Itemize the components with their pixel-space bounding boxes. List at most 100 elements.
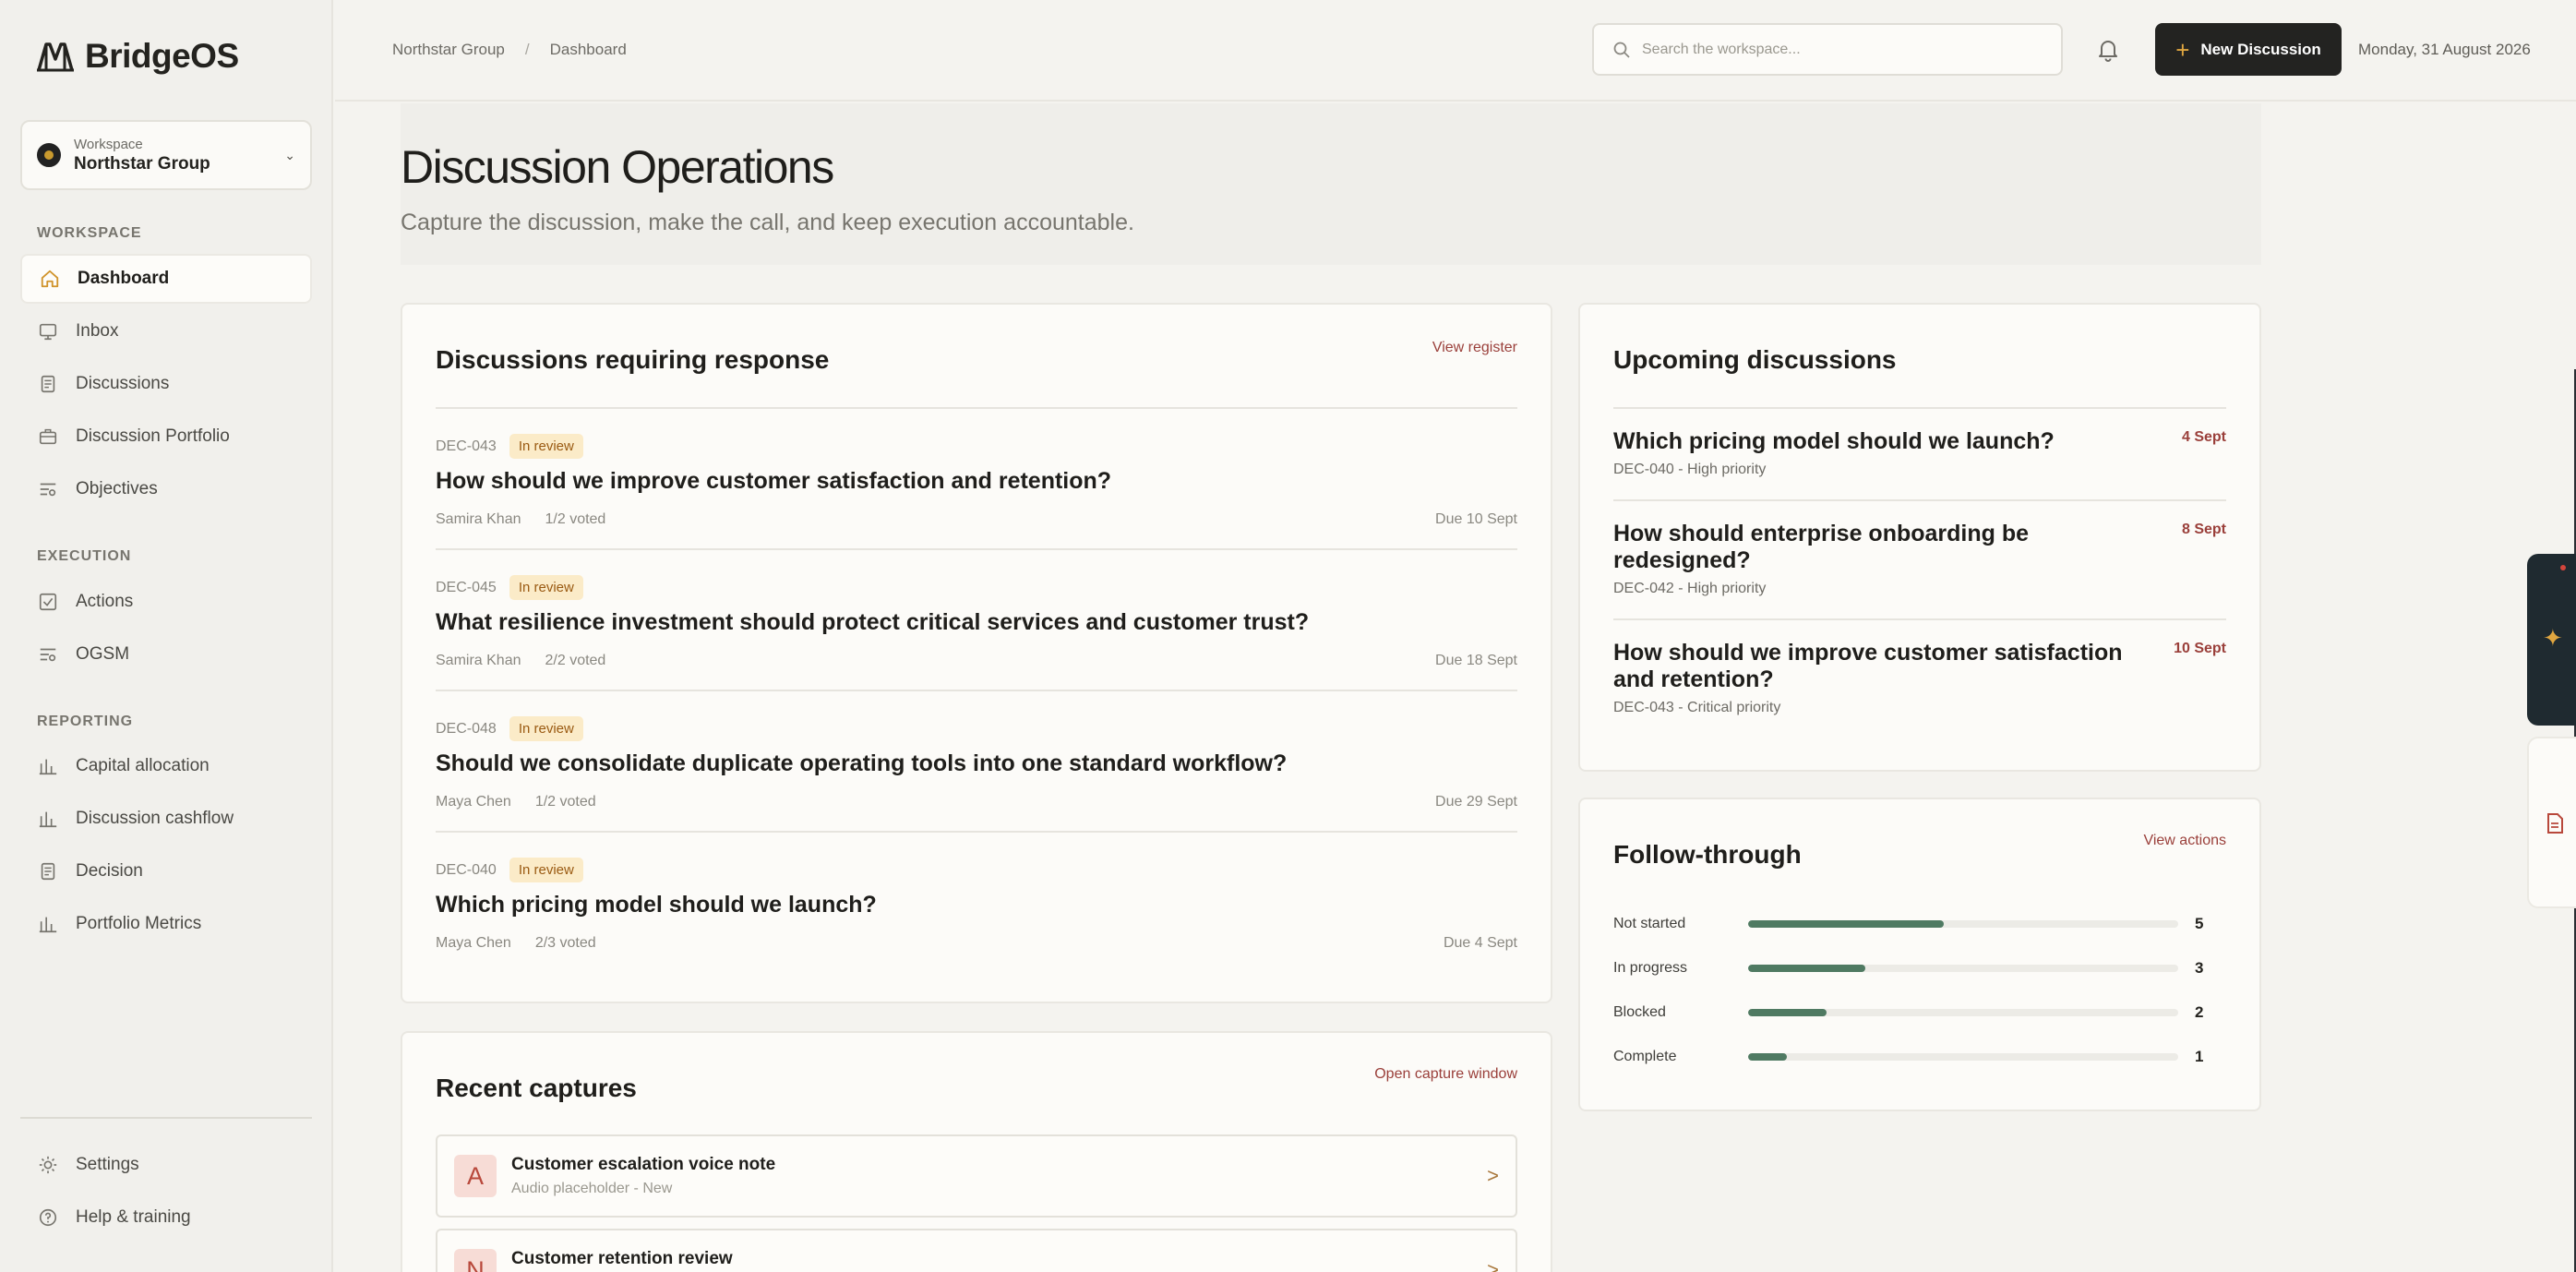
workspace-avatar-icon: [37, 143, 61, 167]
divider: [436, 690, 1517, 691]
upcoming-title-link[interactable]: How should enterprise onboarding be rede…: [1613, 521, 2130, 574]
follow-through-card: Follow-through View actions Not started …: [1578, 798, 2261, 1111]
brand-name: BridgeOS: [85, 37, 239, 75]
sidebar-divider: [20, 1117, 312, 1119]
sidebar-item-label: Capital allocation: [76, 756, 210, 775]
sliders-icon: [37, 478, 59, 500]
sidebar-item-settings[interactable]: Settings: [20, 1140, 312, 1190]
sidebar-item-label: Portfolio Metrics: [76, 914, 202, 933]
workspace-name: Northstar Group: [74, 153, 210, 174]
divider: [436, 831, 1517, 833]
search-input[interactable]: [1642, 41, 2048, 58]
sidebar-item-discussion-portfolio[interactable]: Discussion Portfolio: [20, 412, 312, 462]
checkbox-icon: [37, 591, 59, 613]
nav-section-workspace: WORKSPACE: [37, 225, 142, 241]
sidebar-item-capital-allocation[interactable]: Capital allocation: [20, 741, 312, 791]
discussion-title-link[interactable]: How should we improve customer satisfact…: [436, 468, 1111, 495]
sidebar-item-ogsm[interactable]: OGSM: [20, 630, 312, 679]
progress-track: [1748, 1053, 2178, 1061]
sidebar-item-portfolio-metrics[interactable]: Portfolio Metrics: [20, 899, 312, 949]
capture-item[interactable]: N Customer retention review >: [436, 1229, 1517, 1272]
discussion-meta: Maya Chen 1/2 voted: [436, 794, 596, 810]
sliders-icon: [37, 643, 59, 666]
new-discussion-button[interactable]: + New Discussion: [2155, 23, 2342, 76]
discussion-title-link[interactable]: What resilience investment should protec…: [436, 609, 1309, 636]
nav-section-execution: EXECUTION: [37, 548, 132, 564]
sidebar-item-label: Actions: [76, 592, 134, 611]
progress-fill: [1748, 1009, 1827, 1016]
notification-dot-icon: [2560, 565, 2566, 570]
view-actions-link[interactable]: View actions: [2143, 833, 2226, 849]
upcoming-meta: DEC-040 - High priority: [1613, 462, 1767, 477]
document-icon: [2547, 813, 2563, 834]
sidebar-item-actions[interactable]: Actions: [20, 577, 312, 627]
progress-count: 3: [2195, 959, 2204, 977]
inbox-icon: [37, 320, 59, 342]
status-badge: In review: [509, 575, 583, 600]
capture-title: Customer retention review: [511, 1249, 733, 1268]
discussion-due: Due 4 Sept: [1443, 935, 1517, 951]
sidebar-item-label: OGSM: [76, 644, 130, 664]
plus-icon: +: [2175, 35, 2190, 64]
assistant-tab[interactable]: ✦: [2527, 554, 2576, 726]
upcoming-discussions-card: Upcoming discussions Which pricing model…: [1578, 303, 2261, 772]
discussion-owner: Samira Khan: [436, 653, 521, 668]
sidebar-item-label: Dashboard: [78, 269, 170, 288]
progress-fill: [1748, 920, 1944, 928]
discussion-id: DEC-048: [436, 720, 497, 737]
bridge-logo-icon: [37, 42, 74, 72]
capture-item[interactable]: A Customer escalation voice note Audio p…: [436, 1134, 1517, 1218]
discussion-id-row: DEC-043 In review: [436, 434, 583, 459]
bell-icon[interactable]: [2095, 37, 2121, 63]
sidebar-item-inbox[interactable]: Inbox: [20, 306, 312, 356]
sidebar-item-decision[interactable]: Decision: [20, 846, 312, 896]
progress-count: 2: [2195, 1003, 2204, 1021]
upcoming-title-link[interactable]: Which pricing model should we launch?: [1613, 428, 2130, 455]
gear-icon: [37, 1154, 59, 1176]
sidebar-item-objectives[interactable]: Objectives: [20, 464, 312, 514]
progress-label: Blocked: [1613, 1004, 1666, 1020]
view-register-link[interactable]: View register: [1432, 340, 1517, 356]
capture-avatar: A: [454, 1155, 497, 1197]
discussion-id: DEC-040: [436, 861, 497, 878]
sidebar-item-discussion-cashflow[interactable]: Discussion cashflow: [20, 794, 312, 844]
help-icon: [37, 1206, 59, 1229]
discussion-title-link[interactable]: Should we consolidate duplicate operatin…: [436, 750, 1287, 777]
chevron-down-icon: ⌄: [284, 147, 295, 162]
sidebar-item-dashboard[interactable]: Dashboard: [20, 254, 312, 304]
sidebar-item-label: Settings: [76, 1155, 139, 1174]
card-title: Upcoming discussions: [1613, 345, 1897, 374]
breadcrumb-current: Dashboard: [549, 41, 627, 58]
sidebar-item-label: Discussion Portfolio: [76, 426, 230, 446]
discussion-id: DEC-045: [436, 579, 497, 595]
brand-logo[interactable]: BridgeOS: [37, 37, 239, 76]
open-capture-window-link[interactable]: Open capture window: [1374, 1066, 1517, 1083]
discussion-due: Due 10 Sept: [1435, 511, 1517, 527]
breadcrumb-separator: /: [524, 41, 530, 58]
sidebar-item-help[interactable]: Help & training: [20, 1193, 312, 1242]
briefcase-icon: [37, 426, 59, 448]
notes-tab[interactable]: [2527, 737, 2576, 908]
discussion-owner: Samira Khan: [436, 511, 521, 527]
bar-chart-icon: [37, 808, 59, 830]
sidebar: BridgeOS Workspace Northstar Group ⌄ WOR…: [0, 0, 333, 1272]
divider: [1613, 407, 2226, 409]
discussion-votes: 1/2 voted: [534, 794, 596, 810]
divider: [1613, 499, 2226, 501]
bar-chart-icon: [37, 913, 59, 935]
progress-label: In progress: [1613, 960, 1688, 976]
new-discussion-label: New Discussion: [2200, 40, 2321, 58]
discussion-title-link[interactable]: Which pricing model should we launch?: [436, 892, 877, 918]
upcoming-date: 4 Sept: [2181, 429, 2226, 445]
breadcrumb: Northstar Group / Dashboard: [392, 41, 627, 59]
search-box[interactable]: [1592, 23, 2063, 76]
progress-label: Complete: [1613, 1049, 1677, 1064]
progress-count: 1: [2195, 1048, 2204, 1065]
upcoming-title-link[interactable]: How should we improve customer satisfact…: [1613, 640, 2130, 693]
workspace-switcher[interactable]: Workspace Northstar Group ⌄: [20, 120, 312, 190]
breadcrumb-workspace[interactable]: Northstar Group: [392, 41, 505, 59]
discussion-id-row: DEC-040 In review: [436, 858, 583, 882]
sidebar-item-label: Objectives: [76, 479, 158, 498]
sidebar-item-discussions[interactable]: Discussions: [20, 359, 312, 409]
discussion-due: Due 18 Sept: [1435, 653, 1517, 668]
